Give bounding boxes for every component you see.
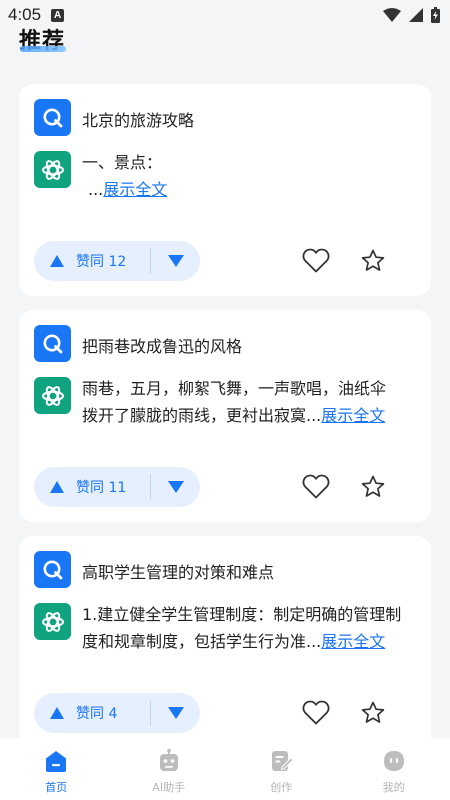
- chatgpt-icon: [34, 603, 71, 640]
- chatgpt-icon: [34, 151, 71, 188]
- heart-icon: [302, 474, 330, 499]
- tab-create[interactable]: 创作: [225, 738, 338, 800]
- favorite-button[interactable]: [360, 249, 386, 277]
- triangle-up-icon: [50, 707, 64, 719]
- tab-label: AI助手: [152, 781, 186, 794]
- expand-link[interactable]: 展示全文: [103, 180, 167, 199]
- battery-icon: [431, 7, 440, 23]
- vote-control: 赞同 12: [34, 241, 200, 281]
- heart-icon: [302, 248, 330, 273]
- upvote-button[interactable]: 赞同 11: [34, 477, 150, 497]
- question-title[interactable]: 北京的旅游攻略: [82, 107, 194, 131]
- feed-card[interactable]: 北京的旅游攻略 一、景点： ...展示全文 赞同 12: [19, 84, 431, 296]
- triangle-up-icon: [50, 255, 64, 267]
- tab-label: 我的: [382, 781, 405, 794]
- feed-card[interactable]: 把雨巷改成鲁迅的风格 雨巷，五月，柳絮飞舞，一声歌唱，油纸伞 拨开了朦胧的雨线，更衬…: [19, 310, 431, 522]
- vote-control: 赞同 4: [34, 693, 200, 733]
- heart-icon: [302, 700, 330, 725]
- question-title[interactable]: 把雨巷改成鲁迅的风格: [82, 333, 242, 357]
- status-bar: 4:05 A: [0, 0, 450, 30]
- favorite-button[interactable]: [360, 475, 386, 503]
- answer-text: 一、景点：: [82, 153, 163, 172]
- feed-card[interactable]: 高职学生管理的对策和难点 1.建立健全学生管理制度：制定明确的管理制 度和规章制度，…: [19, 536, 431, 748]
- vote-control: 赞同 11: [34, 467, 200, 507]
- star-icon: [361, 475, 385, 497]
- answer-preview: 1.建立健全学生管理制度：制定明确的管理制 度和规章制度，包括学生行为准...展示…: [82, 601, 412, 655]
- answer-line: 一、景点：: [82, 149, 412, 176]
- answer-line: 拨开了朦胧的雨线，更衬出寂寞...展示全文: [82, 402, 412, 429]
- answer-line: 1.建立健全学生管理制度：制定明确的管理制: [82, 601, 412, 628]
- star-icon: [361, 249, 385, 271]
- profile-icon: [382, 749, 406, 773]
- chatgpt-icon: [34, 377, 71, 414]
- answer-preview: 一、景点： ...展示全文: [82, 149, 412, 203]
- expand-link[interactable]: 展示全文: [321, 632, 385, 651]
- feed-list: 北京的旅游攻略 一、景点： ...展示全文 赞同 12 把雨巷改成鲁迅的风格 雨巷，五月…: [19, 84, 431, 762]
- downvote-button[interactable]: [151, 707, 200, 719]
- edit-icon: [269, 749, 294, 773]
- tab-home[interactable]: 首页: [0, 738, 113, 800]
- upvote-label: 赞同 4: [76, 706, 118, 722]
- tab-label: 创作: [270, 781, 293, 794]
- question-icon: [34, 99, 71, 136]
- status-icons: [383, 7, 440, 23]
- upvote-label: 赞同 12: [76, 254, 127, 270]
- downvote-button[interactable]: [151, 481, 200, 493]
- like-button[interactable]: [302, 700, 330, 729]
- answer-text: 度和规章制度，包括学生行为准...: [82, 632, 322, 651]
- title-underline: [20, 46, 66, 52]
- question-icon: [34, 325, 71, 362]
- like-button[interactable]: [302, 248, 330, 277]
- answer-line: ...展示全文: [82, 176, 412, 203]
- triangle-down-icon: [167, 255, 184, 267]
- question-title[interactable]: 高职学生管理的对策和难点: [82, 559, 274, 583]
- robot-icon: [157, 749, 181, 773]
- answer-preview: 雨巷，五月，柳絮飞舞，一声歌唱，油纸伞 拨开了朦胧的雨线，更衬出寂寞...展示全文: [82, 375, 412, 429]
- question-icon: [34, 551, 71, 588]
- answer-text: 拨开了朦胧的雨线，更衬出寂寞...: [82, 406, 322, 425]
- tab-profile[interactable]: 我的: [338, 738, 450, 800]
- triangle-up-icon: [50, 481, 64, 493]
- tab-ai-assistant[interactable]: AI助手: [113, 738, 226, 800]
- downvote-button[interactable]: [151, 255, 200, 267]
- favorite-button[interactable]: [360, 701, 386, 729]
- status-time: 4:05: [8, 5, 42, 24]
- star-icon: [361, 701, 385, 723]
- answer-line: 雨巷，五月，柳絮飞舞，一声歌唱，油纸伞: [82, 375, 412, 402]
- triangle-down-icon: [167, 481, 184, 493]
- answer-line: 度和规章制度，包括学生行为准...展示全文: [82, 628, 412, 655]
- answer-text: 雨巷，五月，柳絮飞舞，一声歌唱，油纸伞: [82, 379, 387, 398]
- expand-link[interactable]: 展示全文: [321, 406, 385, 425]
- tab-label: 首页: [45, 781, 68, 794]
- bottom-tab-bar: 首页 AI助手 创作 我的: [0, 738, 450, 800]
- notification-icon: A: [51, 8, 65, 22]
- answer-text: 1.建立健全学生管理制度：制定明确的管理制: [82, 605, 402, 624]
- wifi-icon: [383, 8, 401, 22]
- triangle-down-icon: [167, 707, 184, 719]
- like-button[interactable]: [302, 474, 330, 503]
- signal-icon: [409, 8, 423, 22]
- upvote-label: 赞同 11: [76, 480, 127, 496]
- answer-text: ...: [88, 180, 104, 199]
- home-icon: [44, 749, 68, 773]
- upvote-button[interactable]: 赞同 12: [34, 251, 150, 271]
- upvote-button[interactable]: 赞同 4: [34, 703, 150, 723]
